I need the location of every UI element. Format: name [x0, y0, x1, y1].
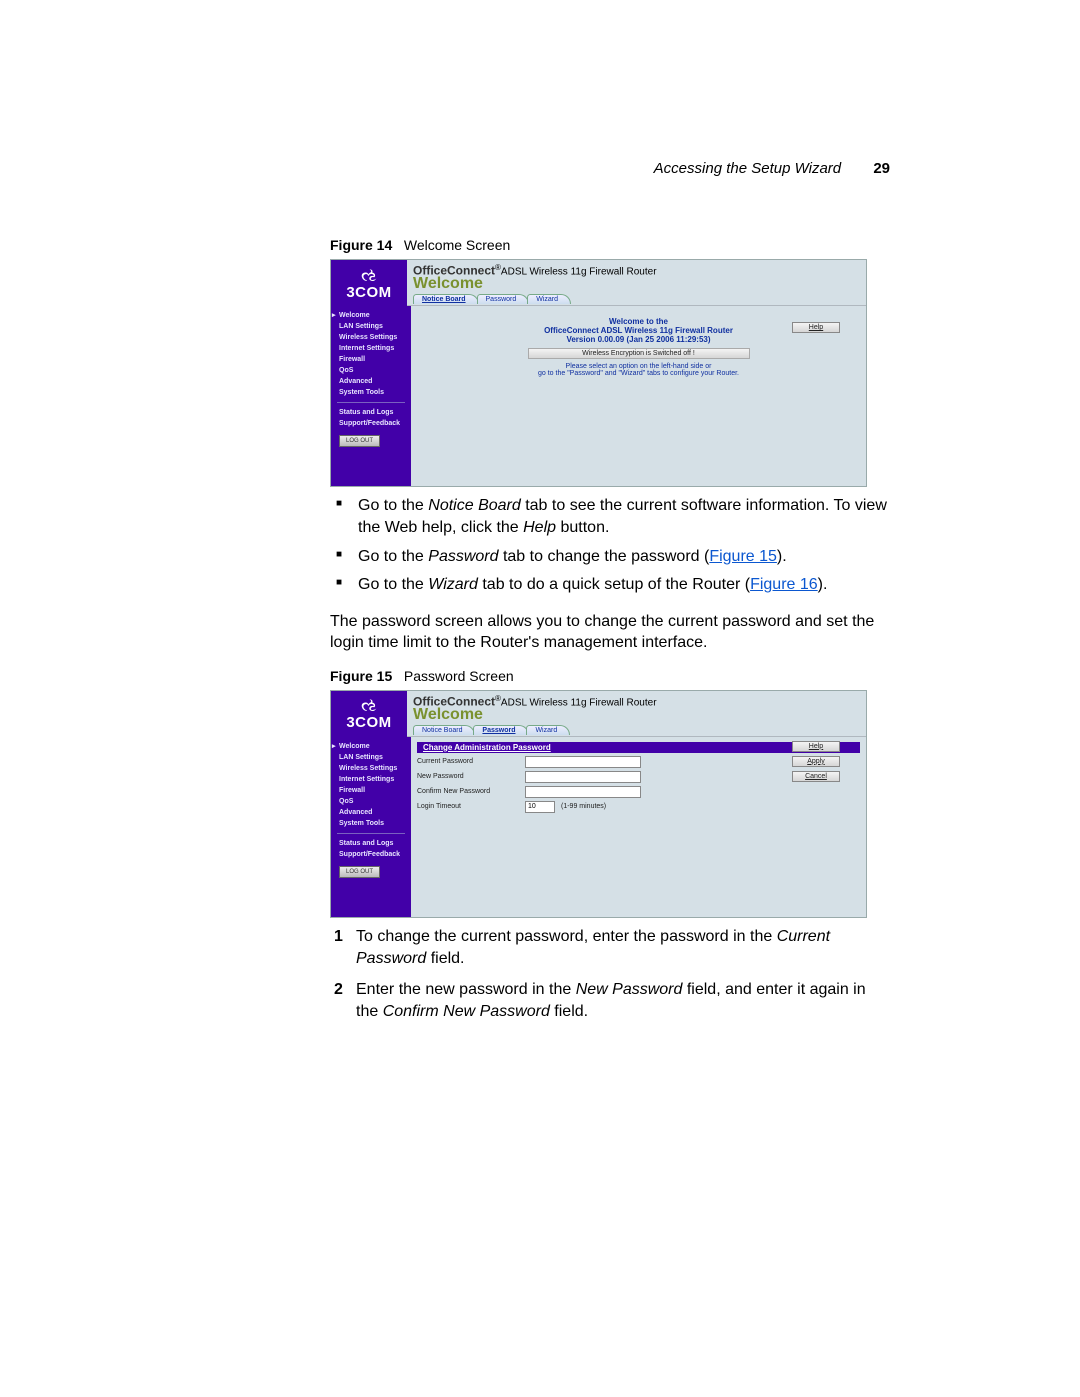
sidebar-item-welcome[interactable]: Welcome — [333, 310, 409, 321]
tab-wizard[interactable]: Wizard — [527, 294, 571, 304]
sidebar-item-internet[interactable]: Internet Settings — [333, 774, 409, 785]
swirl-icon: ઌ — [361, 696, 377, 714]
tab-bar: Notice Board Password Wizard — [413, 294, 860, 304]
link-figure16[interactable]: Figure 16 — [750, 576, 818, 593]
page-number: 29 — [873, 160, 890, 177]
figure14: ઌ 3COM OfficeConnect®ADSL Wireless 11g F… — [330, 259, 867, 487]
tab-wizard[interactable]: Wizard — [526, 725, 570, 735]
swirl-icon: ઌ — [361, 266, 377, 284]
instruction-line2: go to the "Password" and "Wizard" tabs t… — [417, 370, 860, 377]
link-figure15[interactable]: Figure 15 — [709, 548, 777, 565]
sidebar-item-status[interactable]: Status and Logs — [333, 838, 409, 849]
label-current-password: Current Password — [417, 758, 525, 765]
figure15-caption: Figure 15 Password Screen — [330, 668, 890, 684]
tab-notice-board[interactable]: Notice Board — [413, 294, 479, 304]
sidebar-item-advanced[interactable]: Advanced — [333, 376, 409, 387]
bullet-list: Go to the Notice Board tab to see the cu… — [330, 495, 890, 597]
step-2: Enter the new password in the New Passwo… — [330, 979, 890, 1024]
sidebar-item-advanced[interactable]: Advanced — [333, 807, 409, 818]
step-1: To change the current password, enter th… — [330, 926, 890, 971]
sidebar-item-qos[interactable]: QoS — [333, 796, 409, 807]
current-password-input[interactable] — [525, 756, 641, 768]
running-header: Accessing the Setup Wizard 29 — [330, 160, 890, 177]
help-button[interactable]: Help — [792, 741, 840, 752]
sidebar-item-lan[interactable]: LAN Settings — [333, 321, 409, 332]
page-title: Welcome — [413, 706, 860, 724]
sidebar-item-lan[interactable]: LAN Settings — [333, 752, 409, 763]
figure15: ઌ 3COM OfficeConnect®ADSL Wireless 11g F… — [330, 690, 867, 918]
figure15-content: Change Administration Password Help Appl… — [411, 737, 866, 917]
label-confirm-password: Confirm New Password — [417, 788, 525, 795]
sidebar-item-wireless[interactable]: Wireless Settings — [333, 763, 409, 774]
apply-button[interactable]: Apply — [792, 756, 840, 767]
new-password-input[interactable] — [525, 771, 641, 783]
sidebar-item-qos[interactable]: QoS — [333, 365, 409, 376]
sidebar-item-systemtools[interactable]: System Tools — [333, 387, 409, 398]
bullet-3: Go to the Wizard tab to do a quick setup… — [330, 574, 890, 596]
sidebar-item-status[interactable]: Status and Logs — [333, 407, 409, 418]
sidebar-item-systemtools[interactable]: System Tools — [333, 818, 409, 829]
tab-bar: Notice Board Password Wizard — [413, 725, 860, 735]
confirm-password-input[interactable] — [525, 786, 641, 798]
sidebar-item-internet[interactable]: Internet Settings — [333, 343, 409, 354]
tab-notice-board[interactable]: Notice Board — [413, 725, 475, 735]
paragraph-password-intro: The password screen allows you to change… — [330, 611, 890, 654]
page-title: Welcome — [413, 275, 860, 293]
sidebar-item-support[interactable]: Support/Feedback — [333, 849, 409, 860]
sidebar-item-firewall[interactable]: Firewall — [333, 785, 409, 796]
login-timeout-hint: (1-99 minutes) — [561, 803, 606, 810]
encryption-status: Wireless Encryption is Switched off ! — [528, 348, 750, 359]
help-button[interactable]: Help — [792, 322, 840, 333]
label-login-timeout: Login Timeout — [417, 803, 525, 810]
login-timeout-input[interactable] — [525, 801, 555, 813]
tab-password[interactable]: Password — [473, 725, 528, 735]
figure14-content: Help Welcome to the OfficeConnect ADSL W… — [411, 306, 866, 486]
sidebar: Welcome LAN Settings Wireless Settings I… — [331, 737, 411, 917]
sidebar-item-support[interactable]: Support/Feedback — [333, 418, 409, 429]
steps-list: To change the current password, enter th… — [330, 926, 890, 1024]
bullet-2: Go to the Password tab to change the pas… — [330, 546, 890, 568]
bullet-1: Go to the Notice Board tab to see the cu… — [330, 495, 890, 540]
sidebar-item-welcome[interactable]: Welcome — [333, 741, 409, 752]
figure14-caption: Figure 14 Welcome Screen — [330, 237, 890, 253]
sidebar-item-firewall[interactable]: Firewall — [333, 354, 409, 365]
cancel-button[interactable]: Cancel — [792, 771, 840, 782]
logout-button[interactable]: LOG OUT — [339, 866, 380, 878]
tab-password[interactable]: Password — [477, 294, 530, 304]
logout-button[interactable]: LOG OUT — [339, 435, 380, 447]
sidebar: Welcome LAN Settings Wireless Settings I… — [331, 306, 411, 486]
instruction-line1: Please select an option on the left-hand… — [417, 363, 860, 370]
running-title: Accessing the Setup Wizard — [654, 160, 841, 177]
brand-logo: ઌ 3COM — [331, 260, 407, 306]
brand-logo: ઌ 3COM — [331, 691, 407, 737]
welcome-line3: Version 0.00.09 (Jan 25 2006 11:29:53) — [417, 335, 860, 344]
label-new-password: New Password — [417, 773, 525, 780]
sidebar-item-wireless[interactable]: Wireless Settings — [333, 332, 409, 343]
